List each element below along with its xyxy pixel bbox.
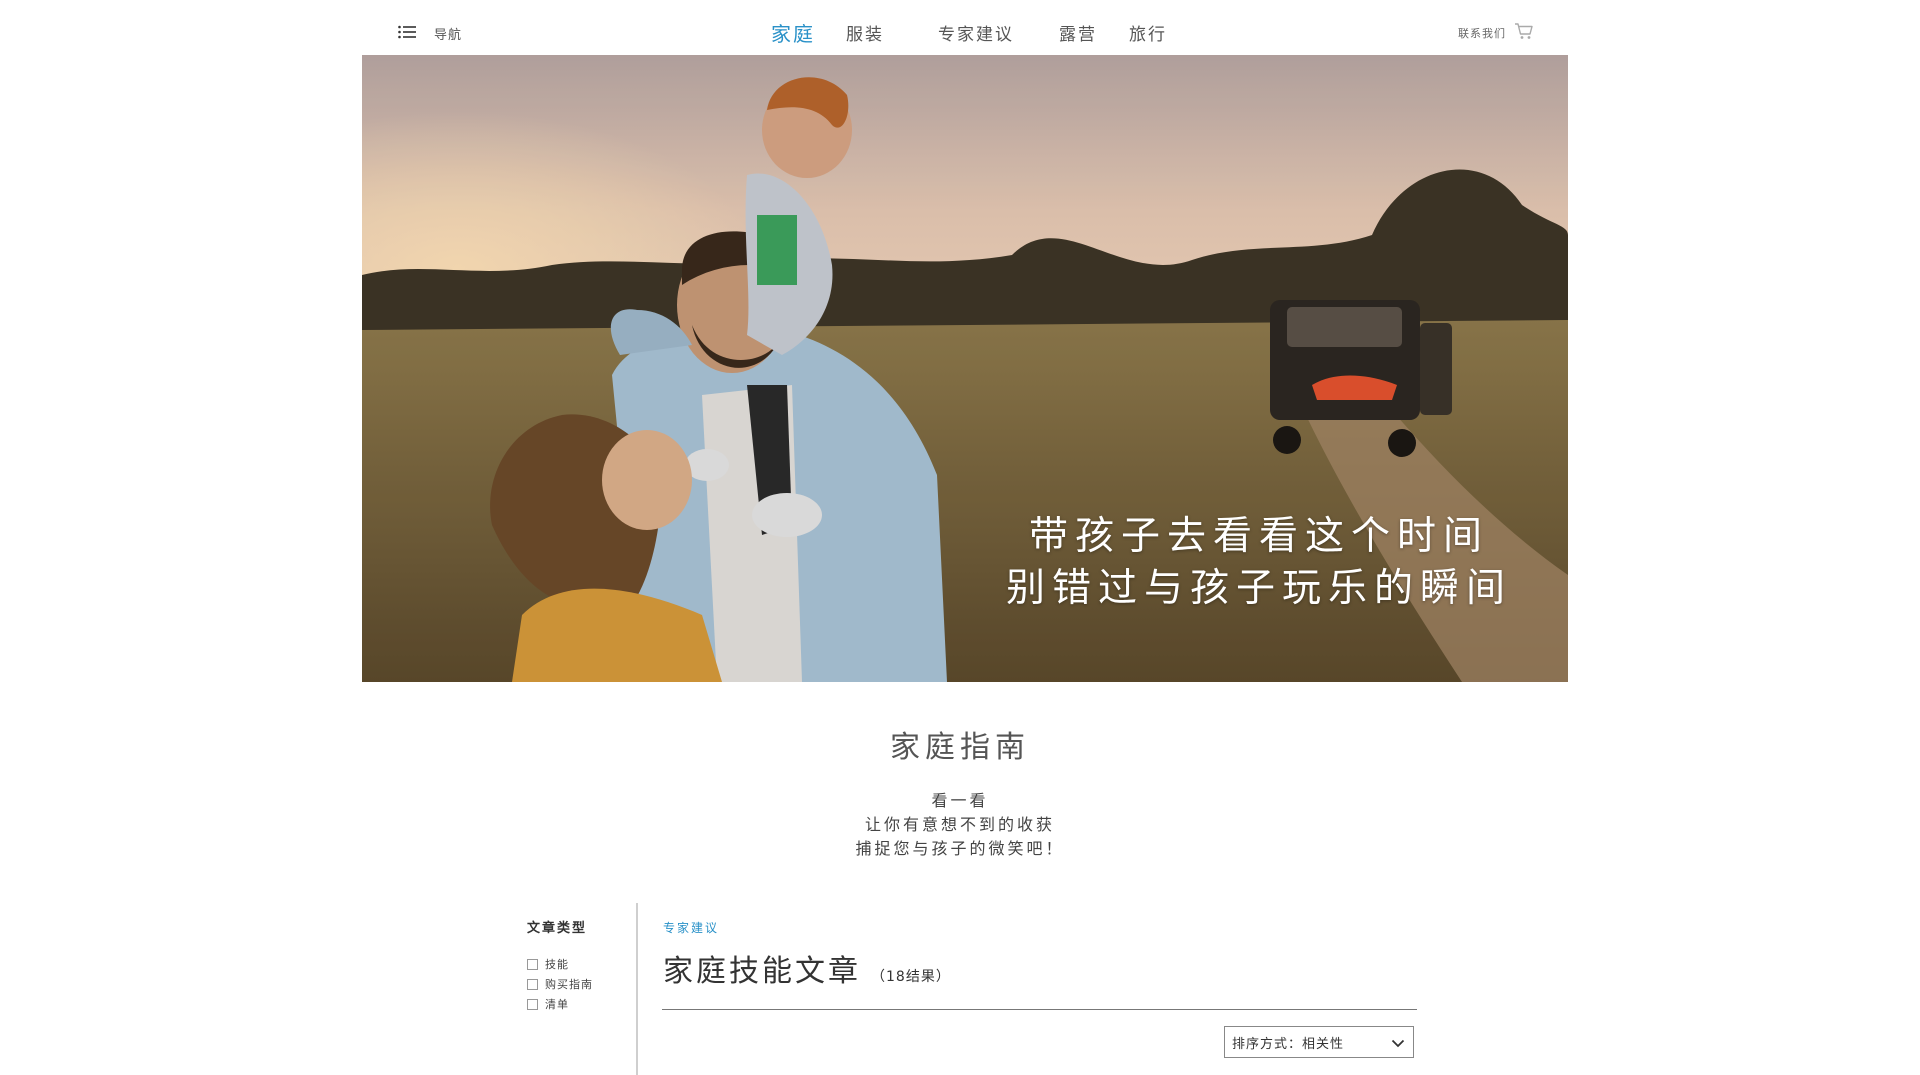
- results-count: （18结果）: [871, 969, 951, 985]
- intro-line: 让你有意想不到的收获: [864, 815, 1055, 834]
- tab-travel[interactable]: 旅行: [1129, 20, 1167, 45]
- results-divider: [662, 1009, 1417, 1010]
- filter-option-label: 技能: [545, 958, 569, 971]
- filter-option-label: 清单: [545, 998, 569, 1011]
- hero-slogan: 带孩子去看看这个时间 别错过与孩子玩乐的瞬间: [1006, 511, 1512, 615]
- tab-clothing[interactable]: 服装: [846, 20, 884, 45]
- shopping-cart-icon[interactable]: [1514, 22, 1534, 44]
- filter-title: 文章类型: [527, 921, 588, 936]
- navigation-label: 导航: [434, 28, 463, 43]
- list-menu-icon: [398, 24, 416, 43]
- hero-slogan-line-2: 别错过与孩子玩乐的瞬间: [1005, 566, 1512, 611]
- checkbox[interactable]: [527, 978, 538, 990]
- guide-intro-text: 看一看 让你有意想不到的收获 捕捉您与孩子的微笑吧！: [0, 789, 1920, 861]
- hero-slogan-line-1: 带孩子去看看这个时间: [1028, 514, 1489, 559]
- filter-option-label: 购买指南: [545, 978, 593, 991]
- contact-us-link[interactable]: 联系我们: [1458, 22, 1534, 44]
- page-title: 家庭指南: [890, 730, 1030, 765]
- tab-camping[interactable]: 露营: [1059, 20, 1097, 45]
- checkbox[interactable]: [527, 958, 538, 970]
- sort-dropdown[interactable]: 排序方式：相关性: [1224, 1026, 1414, 1058]
- chevron-down-icon: [1391, 1033, 1405, 1052]
- tab-expert-advice[interactable]: 专家建议: [938, 20, 1014, 45]
- checkbox[interactable]: [527, 998, 538, 1010]
- intro-line: 捕捉您与孩子的微笑吧！: [855, 839, 1065, 858]
- results-heading: 家庭技能文章 （18结果）: [663, 946, 951, 990]
- intro-line: 看一看: [931, 791, 989, 810]
- navigation-menu-toggle[interactable]: 导航: [398, 24, 462, 43]
- filter-option-skills[interactable]: 技能: [527, 954, 593, 974]
- article-type-filter: 文章类型 技能 购买指南 清单: [527, 917, 593, 1014]
- sidebar-divider: [636, 903, 638, 1075]
- breadcrumb[interactable]: 专家建议: [663, 919, 719, 936]
- sort-selected-value: 排序方式：相关性: [1232, 1036, 1345, 1052]
- hero-banner: 带孩子去看看这个时间 别错过与孩子玩乐的瞬间: [362, 55, 1568, 682]
- top-navigation-bar: 导航 家庭 服装 专家建议 露营 旅行 联系我们: [0, 0, 1920, 56]
- tab-family[interactable]: 家庭: [771, 18, 815, 47]
- contact-us-label: 联系我们: [1458, 27, 1506, 40]
- filter-option-buying-guide[interactable]: 购买指南: [527, 974, 593, 994]
- results-title: 家庭技能文章: [663, 954, 861, 989]
- filter-option-checklist[interactable]: 清单: [527, 994, 593, 1014]
